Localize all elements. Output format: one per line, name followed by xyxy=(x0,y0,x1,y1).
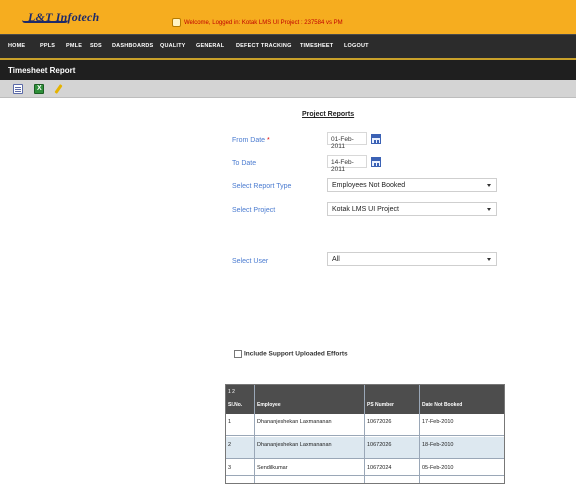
report-grid: 1 2 Sl.No. Employee PS Number Date Not B… xyxy=(225,384,505,484)
grid-divider xyxy=(419,384,420,484)
user-label: Select User xyxy=(232,258,269,265)
table-row: 1 Dhananjeshekan Laxmananan 10672026 17-… xyxy=(225,414,505,436)
main-nav: HOME PPLS PMLE SDS DASHBOARDS QUALITY GE… xyxy=(0,34,576,58)
grid-pager[interactable]: 1 2 xyxy=(228,389,235,395)
calendar-icon[interactable] xyxy=(371,134,381,144)
nav-logout[interactable]: LOGOUT xyxy=(344,43,369,49)
report-type-select[interactable]: Employees Not Booked xyxy=(327,178,497,192)
report-type-label: Select Report Type xyxy=(232,183,292,190)
grid-divider xyxy=(254,384,255,484)
user-icon xyxy=(172,18,181,27)
to-date-label: To Date xyxy=(232,160,257,167)
nav-ppls[interactable]: PPLS xyxy=(40,43,55,49)
nav-quality[interactable]: QUALITY xyxy=(160,43,186,49)
support-efforts-row: Include Support Uploaded Efforts xyxy=(234,350,348,358)
cell-employee: Dhananjeshekan Laxmananan xyxy=(257,442,332,448)
user-select[interactable]: All xyxy=(327,252,497,266)
edit-icon[interactable] xyxy=(54,84,64,94)
nav-sds[interactable]: SDS xyxy=(90,43,102,49)
cell-ps-number: 10672024 xyxy=(367,465,392,471)
cell-slno: 1 xyxy=(228,419,232,425)
nav-pmle[interactable]: PMLE xyxy=(66,43,82,49)
excel-icon[interactable] xyxy=(34,84,44,94)
calendar-icon[interactable] xyxy=(371,157,381,167)
cell-employee: Sendilkumar xyxy=(257,465,288,471)
nav-dashboards[interactable]: DASHBOARDS xyxy=(112,43,153,49)
project-select[interactable]: Kotak LMS UI Project xyxy=(327,202,497,216)
from-date-label: From Date * xyxy=(232,137,270,144)
table-row: 2 Dhananjeshekan Laxmananan 10672026 18-… xyxy=(225,437,505,459)
cell-date: 05-Feb-2010 xyxy=(422,465,454,471)
support-efforts-label: Include Support Uploaded Efforts xyxy=(244,350,348,358)
nav-timesheet[interactable]: TIMESHEET xyxy=(300,43,333,49)
grid-header: 1 2 Sl.No. Employee PS Number Date Not B… xyxy=(225,384,505,414)
grid-divider xyxy=(364,384,365,484)
support-efforts-checkbox[interactable] xyxy=(234,350,242,358)
nav-home[interactable]: HOME xyxy=(8,43,25,49)
header-date-not-booked: Date Not Booked xyxy=(422,402,463,408)
cell-slno: 3 xyxy=(228,465,232,471)
header-slno: Sl.No. xyxy=(228,402,243,408)
brand-bar: L&T Infotech Welcome, Logged in: Kotak L… xyxy=(0,0,576,34)
login-info: Welcome, Logged in: Kotak LMS UI Project… xyxy=(172,18,343,27)
cell-employee: Dhananjeshekan Laxmananan xyxy=(257,419,332,425)
section-title: Project Reports xyxy=(302,111,355,118)
chevron-down-icon xyxy=(487,184,491,187)
header-ps-number: PS Number xyxy=(367,402,394,408)
user-value: All xyxy=(332,256,340,263)
login-message: Welcome, Logged in: Kotak LMS UI Project… xyxy=(184,20,343,27)
logo-swoosh xyxy=(22,20,68,23)
page-title: Timesheet Report xyxy=(8,66,76,75)
nav-general[interactable]: GENERAL xyxy=(196,43,224,49)
report-toolbar xyxy=(0,80,576,98)
page-title-bar: Timesheet Report xyxy=(0,58,576,80)
chevron-down-icon xyxy=(487,258,491,261)
cell-date: 18-Feb-2010 xyxy=(422,442,454,448)
table-row: 3 Sendilkumar 10672024 05-Feb-2010 xyxy=(225,460,505,476)
project-label: Select Project xyxy=(232,207,276,214)
cell-slno: 2 xyxy=(228,442,232,448)
nav-defect-tracking[interactable]: DEFECT TRACKING xyxy=(236,43,292,49)
cell-date: 17-Feb-2010 xyxy=(422,419,454,425)
project-value: Kotak LMS UI Project xyxy=(332,206,399,213)
cell-ps-number: 10672026 xyxy=(367,442,392,448)
header-employee: Employee xyxy=(257,402,281,408)
required-marker: * xyxy=(267,137,270,144)
from-date-input[interactable]: 01-Feb-2011 xyxy=(327,132,367,150)
report-type-value: Employees Not Booked xyxy=(332,182,406,189)
cell-ps-number: 10672026 xyxy=(367,419,392,425)
to-date-input[interactable]: 14-Feb-2011 xyxy=(327,155,367,173)
list-icon[interactable] xyxy=(13,84,23,94)
chevron-down-icon xyxy=(487,208,491,211)
